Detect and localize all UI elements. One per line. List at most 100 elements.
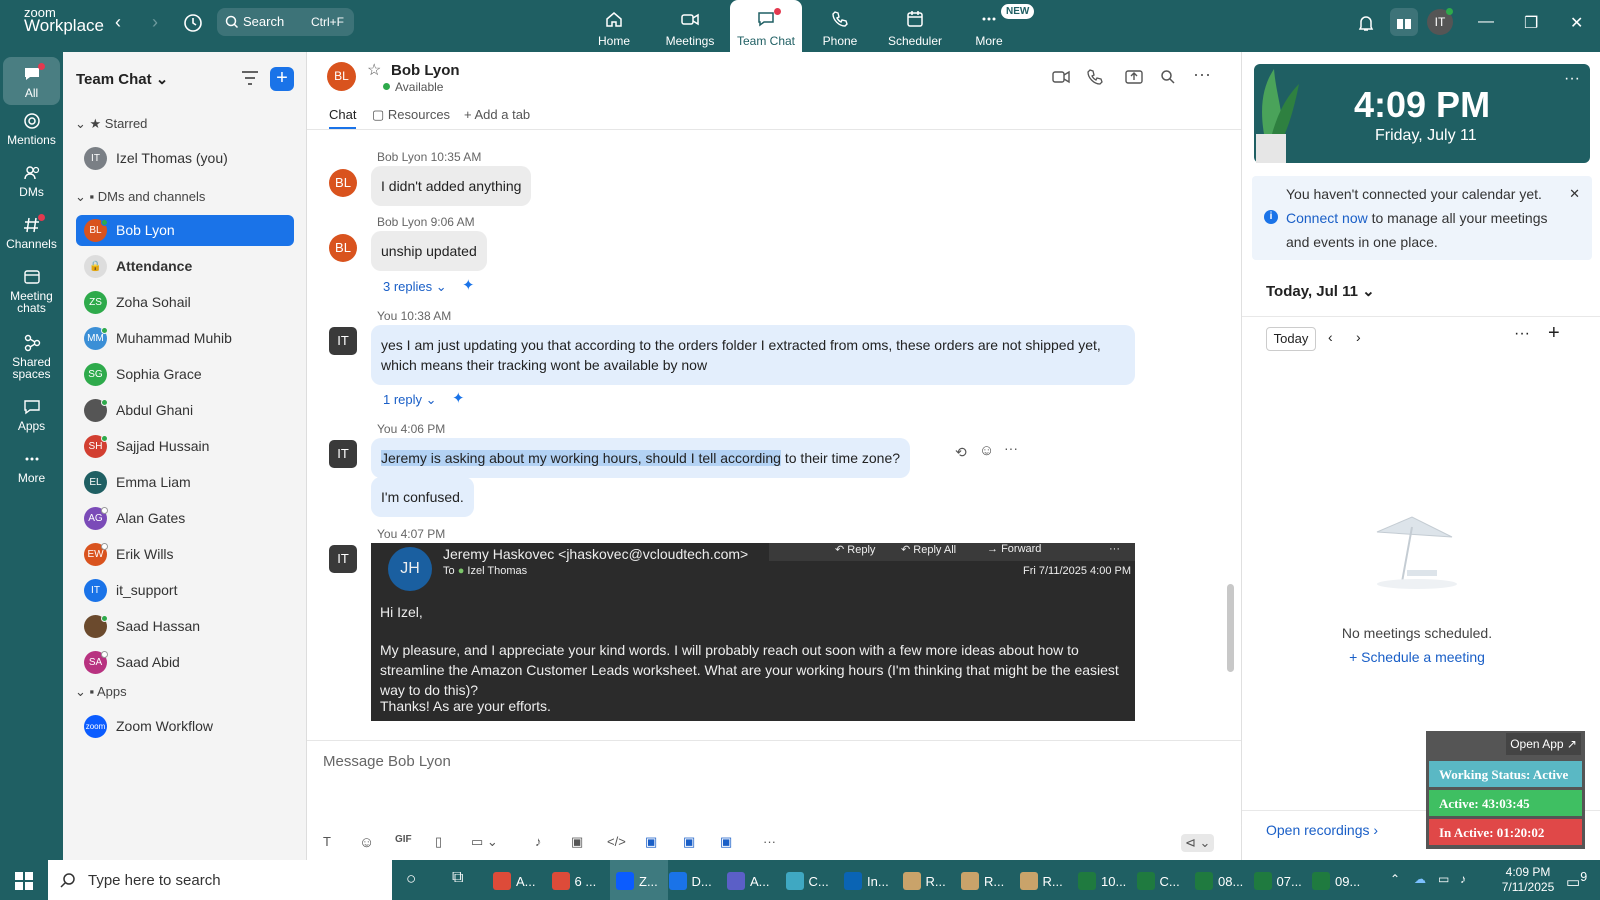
app-icon-3[interactable]: ▣ [720,834,732,850]
sidebar-item-saad-abid[interactable]: SA Saad Abid [76,647,294,678]
more-tools-icon[interactable]: ··· [763,834,776,849]
nav-team-chat[interactable]: Team Chat [730,0,802,52]
taskbar-app[interactable]: 08... [1195,860,1243,900]
star-icon[interactable]: ☆ [367,60,381,80]
contact-avatar[interactable]: BL [327,62,356,91]
video-call-icon[interactable] [1052,69,1070,85]
share-screen-icon[interactable] [1125,69,1143,85]
message-more-icon[interactable]: ··· [1004,440,1018,456]
search-box[interactable]: Search Ctrl+F [217,8,354,36]
rail-channels[interactable]: Channels [0,216,63,250]
nav-scheduler[interactable]: Scheduler [879,0,951,52]
sidebar-title[interactable]: Team Chat ⌄ [76,70,168,88]
sidebar-item-alan-gates[interactable]: AG Alan Gates [76,503,294,534]
text-format-icon[interactable]: T [323,834,331,849]
scrollbar-thumb[interactable] [1227,584,1234,672]
sidebar-item-saad-hassan[interactable]: Saad Hassan [76,611,294,642]
composer-placeholder[interactable]: Message Bob Lyon [323,753,451,770]
replies-link[interactable]: 1 reply ⌄ [383,392,437,408]
taskbar-app[interactable]: C... [785,860,829,900]
filter-icon[interactable] [241,70,259,86]
sender-avatar[interactable]: IT [329,545,357,573]
sender-avatar[interactable]: BL [329,234,357,262]
section-apps[interactable]: ⌄ ▪ Apps [75,684,127,700]
network-icon[interactable]: ▭ [1438,872,1449,887]
today-header[interactable]: Today, Jul 11 ⌄ [1266,282,1375,300]
rail-dms[interactable]: DMs [0,164,63,198]
calendar-more-icon[interactable]: ··· [1514,325,1530,343]
volume-icon[interactable]: ♪ [1460,872,1466,887]
message-bubble[interactable]: I'm confused. [371,477,474,517]
taskbar-app[interactable]: R... [1019,860,1063,900]
connect-now-link[interactable]: Connect now [1286,210,1368,226]
section-starred[interactable]: ⌄ ★ Starred [75,116,147,132]
open-app-button[interactable]: Open App ↗ [1506,733,1581,755]
taskbar-app[interactable]: A... [493,860,536,900]
message-bubble[interactable]: Jeremy is asking about my working hours,… [371,438,911,478]
sidebar-item-zoom-workflow[interactable]: zoom Zoom Workflow [76,711,294,742]
nav-meetings[interactable]: Meetings [654,0,726,52]
history-icon[interactable] [182,12,204,34]
task-view-icon[interactable]: ⧉ [452,869,463,887]
restore-icon[interactable]: ❐ [1524,13,1538,33]
windows-start-icon[interactable] [15,872,33,890]
taskbar-app[interactable]: 6 ... [551,860,596,900]
send-options-icon[interactable]: ⊲ ⌄ [1181,834,1215,852]
ai-summary-icon[interactable]: ✦ [452,389,465,407]
clock-more-icon[interactable]: ··· [1564,70,1580,88]
cortana-icon[interactable]: ○ [406,869,416,889]
ai-summary-icon[interactable]: ✦ [462,276,475,294]
tab-add[interactable]: + Add a tab [464,107,530,122]
close-icon[interactable]: ✕ [1570,13,1583,33]
taskbar-app[interactable]: C... [1136,860,1180,900]
taskbar-app[interactable]: 09... [1312,860,1360,900]
email-screenshot-image[interactable]: ↶ Reply ↶ Reply All → Forward ··· JH Jer… [371,543,1135,721]
tab-chat[interactable]: Chat [329,107,357,129]
rail-meeting-chats[interactable]: Meeting chats [0,268,63,314]
taskbar-app[interactable]: R... [961,860,1004,900]
sidebar-item-bob-lyon[interactable]: BL Bob Lyon [76,215,294,246]
search-icon[interactable] [1160,69,1176,85]
sender-avatar[interactable]: IT [329,440,357,468]
gif-icon[interactable]: GIF [395,834,412,845]
replies-link[interactable]: 3 replies ⌄ [383,279,447,295]
reply-thread-icon[interactable]: ⟲ [955,444,967,461]
selected-text[interactable]: Jeremy is asking about my working hours,… [381,450,781,466]
sidebar-item-muhammad-muhib[interactable]: MM Muhammad Muhib [76,323,294,354]
tab-resources[interactable]: ▢ Resources [372,107,450,123]
sidebar-item-attendance[interactable]: 🔒 Attendance [76,251,294,282]
prev-day-icon[interactable]: ‹ [1328,329,1333,345]
taskbar-app[interactable]: 10... [1078,860,1126,900]
nav-home[interactable]: Home [578,0,650,52]
minimize-icon[interactable]: — [1478,13,1494,31]
video-message-icon[interactable]: ▣ [571,834,583,850]
emoji-react-icon[interactable]: ☺ [979,442,994,459]
bell-icon[interactable] [1357,14,1375,32]
taskbar-app[interactable]: 07... [1253,860,1302,900]
next-day-icon[interactable]: › [1356,329,1361,345]
rail-all[interactable]: All [3,57,60,105]
gift-button[interactable] [1390,8,1418,36]
message-bubble[interactable]: unship updated [371,231,487,271]
taskbar-app[interactable]: Z... [610,860,668,900]
back-arrow-icon[interactable]: ‹ [115,12,121,33]
sender-avatar[interactable]: IT [329,327,357,355]
rail-more[interactable]: More [0,450,63,484]
taskbar-search[interactable]: Type here to search [48,860,392,900]
app-icon-2[interactable]: ▣ [683,834,695,850]
section-dms[interactable]: ⌄ ▪ DMs and channels [75,189,205,205]
code-icon[interactable]: </> [607,834,626,849]
file-icon[interactable]: ▯ [435,834,442,850]
taskbar-app[interactable]: In... [844,860,889,900]
screenshot-icon[interactable]: ▭ ⌄ [471,834,498,850]
close-icon[interactable]: ✕ [1569,182,1580,206]
taskbar-clock[interactable]: 4:09 PM 7/11/2025 [1490,865,1566,895]
onedrive-icon[interactable]: ☁ [1414,872,1426,887]
nav-phone[interactable]: Phone [804,0,876,52]
taskbar-app[interactable]: A... [727,860,770,900]
sidebar-item-sophia-grace[interactable]: SG Sophia Grace [76,359,294,390]
microphone-icon[interactable]: ♪ [535,834,542,849]
sidebar-item-it-support[interactable]: IT it_support [76,575,294,606]
nav-more[interactable]: NEW More [953,0,1035,52]
app-icon-1[interactable]: ▣ [645,834,657,850]
